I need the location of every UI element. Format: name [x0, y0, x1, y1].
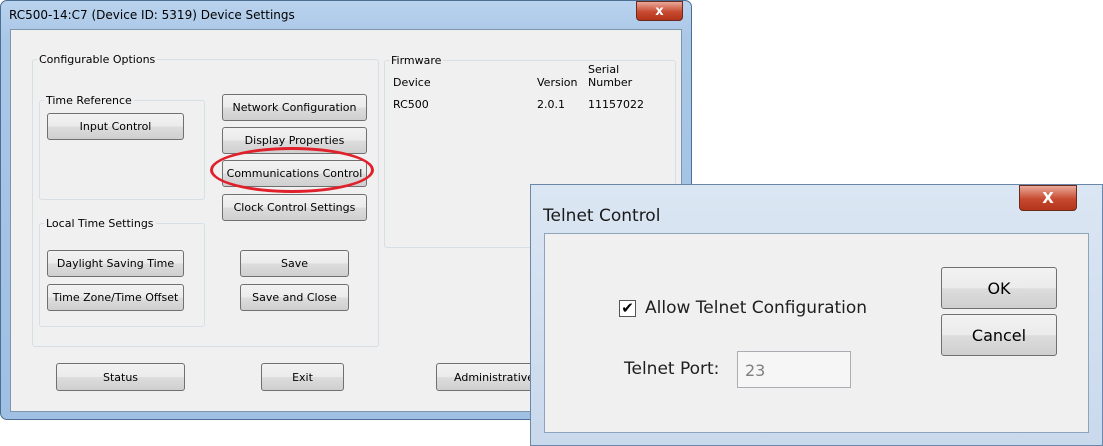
- highlight-ellipse: [210, 147, 374, 193]
- ok-button[interactable]: OK: [941, 267, 1057, 309]
- configurable-options-legend: Configurable Options: [39, 53, 156, 66]
- status-button[interactable]: Status: [56, 363, 185, 391]
- firmware-header-serial-line2: Number: [588, 76, 633, 89]
- input-control-button[interactable]: Input Control: [47, 113, 184, 140]
- close-button[interactable]: x: [636, 1, 683, 21]
- telnet-window-title: Telnet Control: [543, 206, 661, 226]
- telnet-control-window: Telnet Control X ✔ Allow Telnet Configur…: [530, 184, 1103, 446]
- firmware-legend: Firmware: [391, 54, 442, 67]
- firmware-version-value: 2.0.1: [537, 98, 565, 111]
- firmware-device-value: RC500: [393, 98, 429, 111]
- clock-control-settings-button[interactable]: Clock Control Settings: [222, 194, 367, 221]
- time-zone-offset-button[interactable]: Time Zone/Time Offset: [47, 284, 184, 311]
- firmware-header-version: Version: [537, 76, 578, 89]
- close-icon: x: [655, 3, 664, 19]
- save-button[interactable]: Save: [240, 250, 349, 277]
- firmware-header-device: Device: [393, 76, 431, 89]
- allow-telnet-checkbox[interactable]: ✔: [619, 300, 636, 317]
- telnet-close-button[interactable]: X: [1019, 185, 1077, 211]
- allow-telnet-label: Allow Telnet Configuration: [645, 298, 868, 318]
- cancel-button[interactable]: Cancel: [941, 314, 1057, 356]
- daylight-saving-time-button[interactable]: Daylight Saving Time: [47, 250, 184, 277]
- checkmark-icon: ✔: [621, 299, 634, 317]
- telnet-port-input[interactable]: 23: [737, 351, 851, 388]
- firmware-serial-value: 11157022: [588, 98, 644, 111]
- telnet-port-label: Telnet Port:: [624, 359, 720, 379]
- firmware-header-serial-line1: Serial: [588, 63, 620, 76]
- window-title: RC500-14:C7 (Device ID: 5319) Device Set…: [9, 8, 295, 22]
- save-and-close-button[interactable]: Save and Close: [240, 284, 349, 311]
- telnet-client-area: ✔ Allow Telnet Configuration Telnet Port…: [544, 233, 1089, 433]
- time-reference-group: Time Reference: [39, 94, 205, 200]
- close-icon: X: [1042, 189, 1054, 207]
- network-configuration-button[interactable]: Network Configuration: [222, 94, 367, 121]
- time-reference-legend: Time Reference: [46, 94, 132, 107]
- exit-button[interactable]: Exit: [261, 363, 344, 391]
- local-time-settings-legend: Local Time Settings: [46, 217, 154, 230]
